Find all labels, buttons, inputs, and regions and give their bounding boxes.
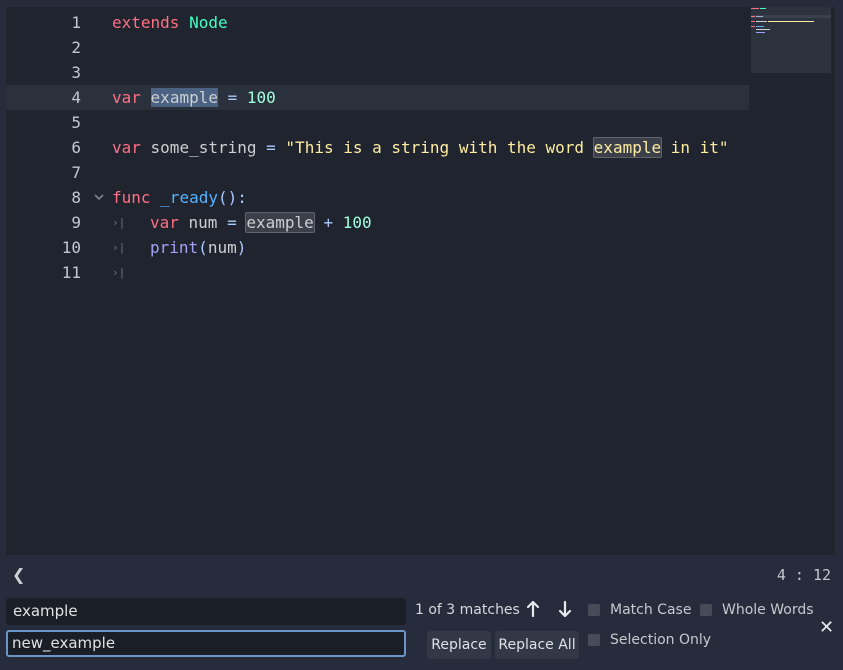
selection-only-checkbox[interactable]: Selection Only bbox=[588, 632, 711, 648]
code-line-7[interactable]: 7 bbox=[6, 160, 749, 185]
code-text: func _ready(): bbox=[112, 185, 247, 210]
code-text: var example = 100 bbox=[112, 85, 276, 110]
code-token: = bbox=[227, 213, 237, 232]
code-token: 100 bbox=[342, 213, 372, 232]
code-token: var bbox=[112, 138, 141, 157]
status-bar: ❮ 4 : 12 bbox=[6, 562, 835, 587]
code-token: (): bbox=[217, 188, 247, 207]
line-number: 3 bbox=[71, 63, 81, 82]
replace-input[interactable]: new_example bbox=[6, 630, 406, 657]
cursor-column: 12 bbox=[812, 566, 831, 584]
code-line-6[interactable]: 6 var some_string = "This is a string wit… bbox=[6, 135, 749, 160]
checkbox-box[interactable] bbox=[700, 604, 712, 616]
line-number: 2 bbox=[71, 38, 81, 57]
code-token: func bbox=[112, 188, 151, 207]
code-token: num bbox=[178, 213, 228, 232]
line-number: 5 bbox=[71, 113, 81, 132]
line-number: 9 bbox=[71, 213, 81, 232]
arrow-up-icon bbox=[526, 600, 540, 618]
checkbox-box[interactable] bbox=[588, 604, 600, 616]
whole-words-label: Whole Words bbox=[722, 602, 814, 618]
checkbox-box[interactable] bbox=[588, 634, 600, 646]
cursor-separator: : bbox=[785, 566, 813, 584]
selection-only-label: Selection Only bbox=[610, 632, 712, 648]
code-line-1[interactable]: 1 extends Node bbox=[6, 10, 749, 35]
code-text: extends Node bbox=[112, 10, 228, 35]
line-number: 7 bbox=[71, 163, 81, 182]
code-line-4[interactable]: 4 var example = 100 bbox=[6, 85, 749, 110]
line-number: 10 bbox=[61, 238, 81, 257]
minimap[interactable] bbox=[751, 7, 831, 73]
line-number: 6 bbox=[71, 138, 81, 157]
code-token: 100 bbox=[246, 88, 276, 107]
code-token: ) bbox=[236, 238, 247, 257]
match-case-label: Match Case bbox=[610, 602, 692, 618]
code-token: = bbox=[227, 88, 238, 107]
tab-indent-icon: ›| bbox=[112, 266, 126, 279]
whole-words-checkbox[interactable]: Whole Words bbox=[700, 602, 814, 618]
code-token: extends bbox=[112, 13, 180, 32]
cursor-position: 4 : 12 bbox=[777, 566, 831, 584]
code-token: Node bbox=[189, 13, 228, 32]
code-text: var num = example + 100 bbox=[112, 210, 372, 235]
cursor-line: 4 bbox=[776, 566, 786, 584]
line-number: 1 bbox=[71, 13, 81, 32]
code-line-5[interactable]: 5 bbox=[6, 110, 749, 135]
code-token: some_string bbox=[140, 138, 267, 157]
replace-button[interactable]: Replace bbox=[427, 631, 491, 659]
code-token: num bbox=[207, 238, 237, 257]
code-editor[interactable]: 1 extends Node 2 3 4 var example = 100 5 6 var s… bbox=[6, 7, 835, 555]
line-number: 8 bbox=[71, 188, 81, 207]
script-editor-app: 1 extends Node 2 3 4 var example = 100 5 6 var s… bbox=[0, 0, 843, 670]
code-text: print(num) bbox=[112, 235, 246, 260]
search-match: example bbox=[245, 212, 315, 233]
code-line-2[interactable]: 2 bbox=[6, 35, 749, 60]
match-case-checkbox[interactable]: Match Case bbox=[588, 602, 691, 618]
match-count-label: 1 of 3 matches bbox=[415, 602, 520, 618]
code-line-11[interactable]: 11 ›| bbox=[6, 260, 749, 285]
replace-all-button[interactable]: Replace All bbox=[495, 631, 579, 659]
line-number: 4 bbox=[71, 88, 81, 107]
arrow-down-icon bbox=[558, 600, 572, 618]
line-number: 11 bbox=[61, 263, 81, 282]
code-line-8[interactable]: 8 func _ready(): bbox=[6, 185, 749, 210]
find-input[interactable]: example bbox=[6, 598, 406, 625]
selected-token: example bbox=[150, 88, 218, 107]
code-token: "This is a string with the word bbox=[285, 138, 594, 157]
code-text: var some_string = "This is a string with… bbox=[112, 135, 729, 160]
code-token: _ready bbox=[160, 188, 218, 207]
code-token: ( bbox=[198, 238, 208, 257]
code-token: = bbox=[266, 138, 276, 157]
code-token: var bbox=[150, 213, 179, 232]
code-line-10[interactable]: 10 ›| print(num) bbox=[6, 235, 749, 260]
search-match: example bbox=[592, 137, 663, 158]
previous-match-button[interactable] bbox=[523, 600, 543, 622]
next-match-button[interactable] bbox=[555, 600, 575, 622]
code-token: + bbox=[323, 213, 334, 232]
code-token: in it" bbox=[661, 138, 729, 157]
code-token: print bbox=[150, 238, 199, 257]
code-line-3[interactable]: 3 bbox=[6, 60, 749, 85]
chevron-down-icon[interactable] bbox=[94, 185, 104, 210]
code-line-9[interactable]: 9 ›| var num = example + 100 bbox=[6, 210, 749, 235]
code-token: var bbox=[112, 88, 141, 107]
collapse-panel-icon[interactable]: ❮ bbox=[12, 565, 25, 584]
close-icon[interactable]: ✕ bbox=[819, 617, 834, 638]
